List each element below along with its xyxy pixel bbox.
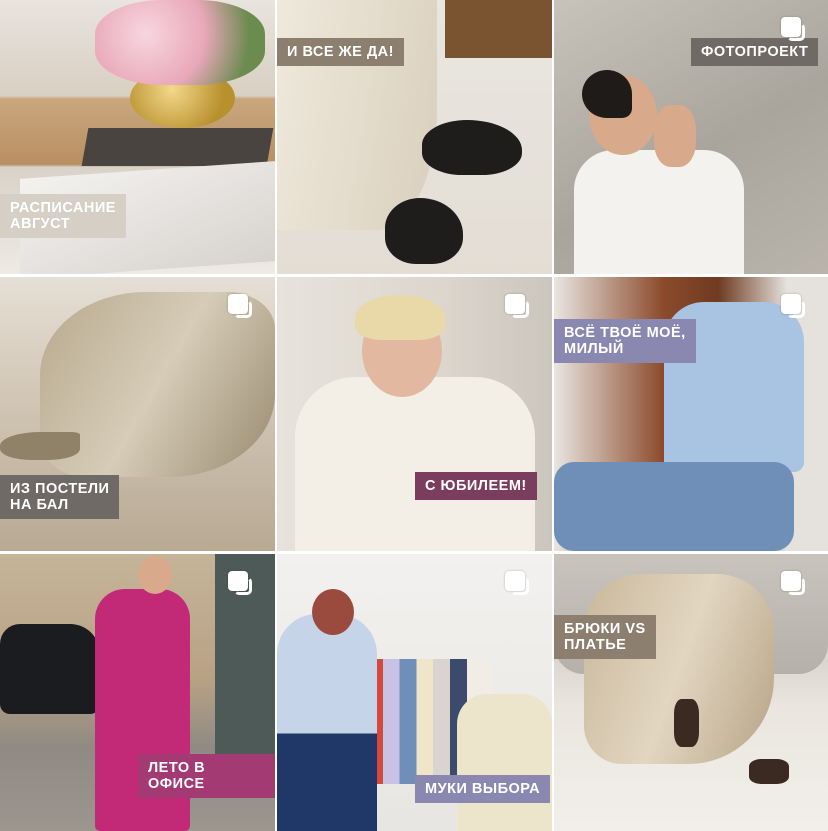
multiple-photos-icon	[228, 571, 256, 599]
multiple-photos-icon	[505, 294, 533, 322]
post-tile-all-yours-mine[interactable]: ВСЁ ТВОЁ МОЁ, МИЛЫЙ	[554, 277, 828, 551]
post-caption: ЛЕТО В ОФИСЕ	[138, 754, 275, 798]
cabinet-image	[445, 0, 552, 58]
post-caption: МУКИ ВЫБОРА	[415, 775, 551, 803]
post-caption: ИЗ ПОСТЕЛИ НА БАЛ	[0, 475, 120, 519]
face-image	[312, 589, 354, 635]
post-caption: С ЮБИЛЕЕМ!	[415, 472, 537, 500]
face-image	[138, 556, 172, 594]
woman-left-image	[277, 614, 377, 831]
post-caption: БРЮКИ VS ПЛАТЬЕ	[554, 615, 656, 659]
woman-right-image	[457, 694, 552, 831]
sandal-image	[674, 699, 699, 747]
sandal-image	[749, 759, 789, 784]
skirt-image	[277, 0, 437, 230]
shoe-image	[0, 432, 80, 460]
post-caption: РАСПИСАНИЕ АВГУСТ	[0, 194, 126, 238]
hair-image	[355, 295, 445, 340]
post-tile-photoproject[interactable]: ФОТОПРОЕКТ	[554, 0, 828, 274]
post-tile-schedule-august[interactable]: РАСПИСАНИЕ АВГУСТ	[0, 0, 275, 274]
post-caption: ВСЁ ТВОЁ МОЁ, МИЛЫЙ	[554, 319, 696, 363]
post-tile-from-bed-to-ball[interactable]: ИЗ ПОСТЕЛИ НА БАЛ	[0, 277, 275, 551]
post-tile-happy-anniversary[interactable]: С ЮБИЛЕЕМ!	[277, 277, 552, 551]
car-image	[0, 624, 100, 714]
jeans-image	[554, 462, 794, 551]
multiple-photos-icon	[228, 294, 256, 322]
magazines-image	[81, 128, 274, 166]
post-caption: И ВСЕ ЖЕ ДА!	[277, 38, 404, 66]
post-tile-and-yet-yes[interactable]: И ВСЕ ЖЕ ДА!	[277, 0, 552, 274]
post-tile-agony-of-choice[interactable]: МУКИ ВЫБОРА	[277, 554, 552, 831]
multiple-photos-icon	[781, 294, 809, 322]
multiple-photos-icon	[505, 571, 533, 599]
multiple-photos-icon	[781, 17, 809, 45]
flowers-image	[95, 0, 265, 85]
shirt-image	[574, 150, 744, 274]
hair-image	[582, 70, 632, 118]
multiple-photos-icon	[781, 571, 809, 599]
hand-image	[654, 105, 696, 167]
post-tile-summer-in-office[interactable]: ЛЕТО В ОФИСЕ	[0, 554, 275, 831]
post-tile-pants-vs-dress[interactable]: БРЮКИ VS ПЛАТЬЕ	[554, 554, 828, 831]
instagram-post-grid: РАСПИСАНИЕ АВГУСТ И ВСЕ ЖЕ ДА! ФОТОПРОЕК…	[0, 0, 828, 831]
blouse-image	[295, 377, 535, 551]
